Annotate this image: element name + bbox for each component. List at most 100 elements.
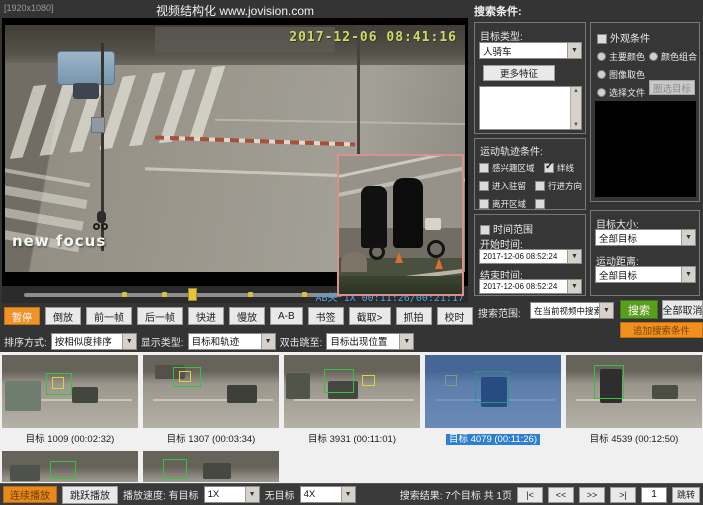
motion-check-4[interactable]: 离开区域 — [479, 194, 526, 212]
color-preview-box — [595, 101, 696, 197]
pip-cone — [435, 258, 443, 269]
chevron-down-icon: ▼ — [681, 230, 695, 245]
pip-rider-figure — [361, 186, 387, 248]
next-page-button[interactable]: >> — [579, 487, 605, 503]
pip-bike-basket — [425, 218, 441, 230]
result-thumb-2[interactable]: 目标 3931 (00:11:01) — [284, 355, 420, 445]
result-thumb-image — [425, 355, 561, 428]
end-time-value: 2017-12-06 08:52:24 — [480, 282, 567, 291]
camera-watermark: new focus — [12, 232, 106, 250]
result-thumb-label: 目标 3931 (00:11:01) — [284, 431, 420, 445]
event-marker[interactable] — [248, 292, 253, 297]
target-type-label: 目标类型: — [480, 28, 523, 43]
motion-track-group: 运动轨迹条件: 感兴趣区域 绊线 进入驻留 行进方向 离开区域 不感兴趣区 — [474, 138, 586, 210]
motion-distance-select[interactable]: 全部目标 ▼ — [595, 266, 696, 283]
with-target-speed-value: 1X — [205, 489, 245, 500]
scrollbar[interactable]: ▲▼ — [570, 87, 581, 129]
target-type-group: 目标类型: 人骑车 ▼ 更多特征 ▲▼ — [474, 22, 586, 134]
target-zoom-overlay[interactable] — [337, 154, 464, 296]
page-number-input[interactable]: 1 — [641, 487, 667, 503]
scroll-down-icon[interactable]: ▼ — [573, 122, 579, 128]
target-size-value: 全部目标 — [596, 231, 681, 245]
chevron-down-icon: ▼ — [681, 267, 695, 282]
checkbox-icon — [479, 199, 489, 209]
result-thumb-row2[interactable] — [2, 451, 138, 482]
result-thumb-row2[interactable] — [143, 451, 279, 482]
double-click-jump-select[interactable]: 目标出现位置 ▼ — [326, 333, 414, 350]
cancel-all-button[interactable]: 全部取消 — [662, 300, 703, 319]
scroll-up-icon[interactable]: ▲ — [573, 88, 579, 94]
pip-road-mark — [337, 154, 464, 180]
playback-button-10[interactable]: 校时 — [437, 307, 473, 325]
result-thumb-3[interactable]: 目标 4079 (00:11:26) — [425, 355, 561, 445]
playback-button-7[interactable]: 书签 — [308, 307, 344, 325]
scene-lane-line-2 — [215, 119, 465, 126]
scene-sign — [91, 117, 105, 133]
appearance-checkbox[interactable]: 外观条件 — [597, 29, 650, 47]
result-thumb-image — [143, 451, 279, 482]
circle-select-target-button[interactable]: 圈选目标 — [649, 80, 695, 95]
search-results-strip: 目标 1009 (00:02:32) 目标 1307 (00:03:34) 目标… — [0, 352, 703, 483]
checkbox-icon — [535, 199, 545, 209]
playback-button-9[interactable]: 抓拍 — [396, 307, 432, 325]
display-type-select[interactable]: 目标和轨迹 ▼ — [188, 333, 276, 350]
video-player[interactable]: 2017-12-06 08:41:16 new focus — [2, 18, 468, 286]
pip-rider-figure — [393, 178, 423, 248]
target-type-select[interactable]: 人骑车 ▼ — [479, 42, 582, 59]
event-marker[interactable] — [122, 292, 127, 297]
playback-button-3[interactable]: 后一帧 — [137, 307, 183, 325]
progress-slider-handle[interactable] — [188, 288, 197, 301]
last-page-button[interactable]: >| — [610, 487, 636, 503]
result-thumb-label: 目标 1009 (00:02:32) — [2, 431, 138, 445]
jump-page-button[interactable]: 跳转 — [672, 487, 700, 503]
display-options-row: 排序方式: 按相似度排序 ▼ 显示类型: 目标和轨迹 ▼ 双击跳至: 目标出现位… — [4, 331, 468, 351]
skip-play-button[interactable]: 跳跃播放 — [62, 486, 118, 504]
chevron-down-icon: ▼ — [245, 487, 259, 502]
motion-check-2[interactable]: 进入驻留 — [479, 176, 526, 194]
main-color-radio[interactable]: 主要颜色 — [597, 47, 645, 65]
no-target-speed-value: 4X — [301, 489, 341, 500]
end-time-select[interactable]: 2017-12-06 08:52:24 ▼ — [479, 279, 582, 294]
feature-listbox[interactable]: ▲▼ — [479, 86, 582, 130]
event-marker[interactable] — [162, 292, 167, 297]
result-thumb-4[interactable]: 目标 4539 (00:12:50) — [566, 355, 702, 445]
color-combo-radio[interactable]: 颜色组合 — [649, 47, 697, 65]
motion-check-3[interactable]: 行进方向 — [535, 176, 582, 194]
motion-track-title: 运动轨迹条件: — [480, 143, 543, 158]
with-target-speed-select[interactable]: 1X ▼ — [204, 486, 260, 503]
prev-page-button[interactable]: << — [548, 487, 574, 503]
target-size-select[interactable]: 全部目标 ▼ — [595, 229, 696, 246]
time-range-group: 时间范围 开始时间: 2017-12-06 08:52:24 ▼ 结束时间: 2… — [474, 214, 586, 296]
search-scope-select[interactable]: 在当前视频中搜索 ▼ — [530, 302, 614, 319]
display-type-label: 显示类型: — [141, 334, 184, 349]
playback-button-0[interactable]: 暂停 — [4, 307, 40, 325]
append-search-conditions-button[interactable]: 追加搜索条件 — [620, 322, 703, 338]
playback-button-2[interactable]: 前一帧 — [86, 307, 132, 325]
image-pick-color-radio[interactable]: 图像取色 — [597, 65, 645, 83]
playback-button-1[interactable]: 倒放 — [45, 307, 81, 325]
playback-button-8[interactable]: 截取> — [349, 307, 391, 325]
playback-button-4[interactable]: 快进 — [188, 307, 224, 325]
video-structuring-app: [1920x1080] 视频结构化 www.jovision.com 搜索条件: — [0, 0, 703, 505]
result-thumb-image — [566, 355, 702, 428]
result-thumb-image — [2, 451, 138, 482]
motion-check-0[interactable]: 感兴趣区域 — [479, 158, 535, 176]
event-marker[interactable] — [302, 292, 307, 297]
scene-barrier — [155, 136, 355, 147]
playback-button-5[interactable]: 慢放 — [229, 307, 265, 325]
continuous-play-button[interactable]: 连续播放 — [3, 486, 57, 503]
start-time-select[interactable]: 2017-12-06 08:52:24 ▼ — [479, 249, 582, 264]
bottom-control-bar: 连续播放 跳跃播放 播放速度: 有目标 1X ▼ 无目标 4X ▼ 搜索结果: … — [0, 483, 703, 505]
motion-check-1[interactable]: 绊线 — [544, 158, 574, 176]
result-thumb-0[interactable]: 目标 1009 (00:02:32) — [2, 355, 138, 445]
first-page-button[interactable]: |< — [517, 487, 543, 503]
result-thumb-label: 目标 4539 (00:12:50) — [566, 431, 702, 445]
search-button[interactable]: 搜索 — [620, 300, 658, 319]
progress-track[interactable] — [24, 293, 342, 297]
no-target-speed-select[interactable]: 4X ▼ — [300, 486, 356, 503]
more-features-button[interactable]: 更多特征 — [483, 65, 555, 81]
result-thumb-1[interactable]: 目标 1307 (00:03:34) — [143, 355, 279, 445]
select-file-radio[interactable]: 选择文件 — [597, 83, 645, 101]
playback-button-6[interactable]: A-B — [270, 307, 303, 325]
sort-mode-select[interactable]: 按相似度排序 ▼ — [51, 333, 137, 350]
